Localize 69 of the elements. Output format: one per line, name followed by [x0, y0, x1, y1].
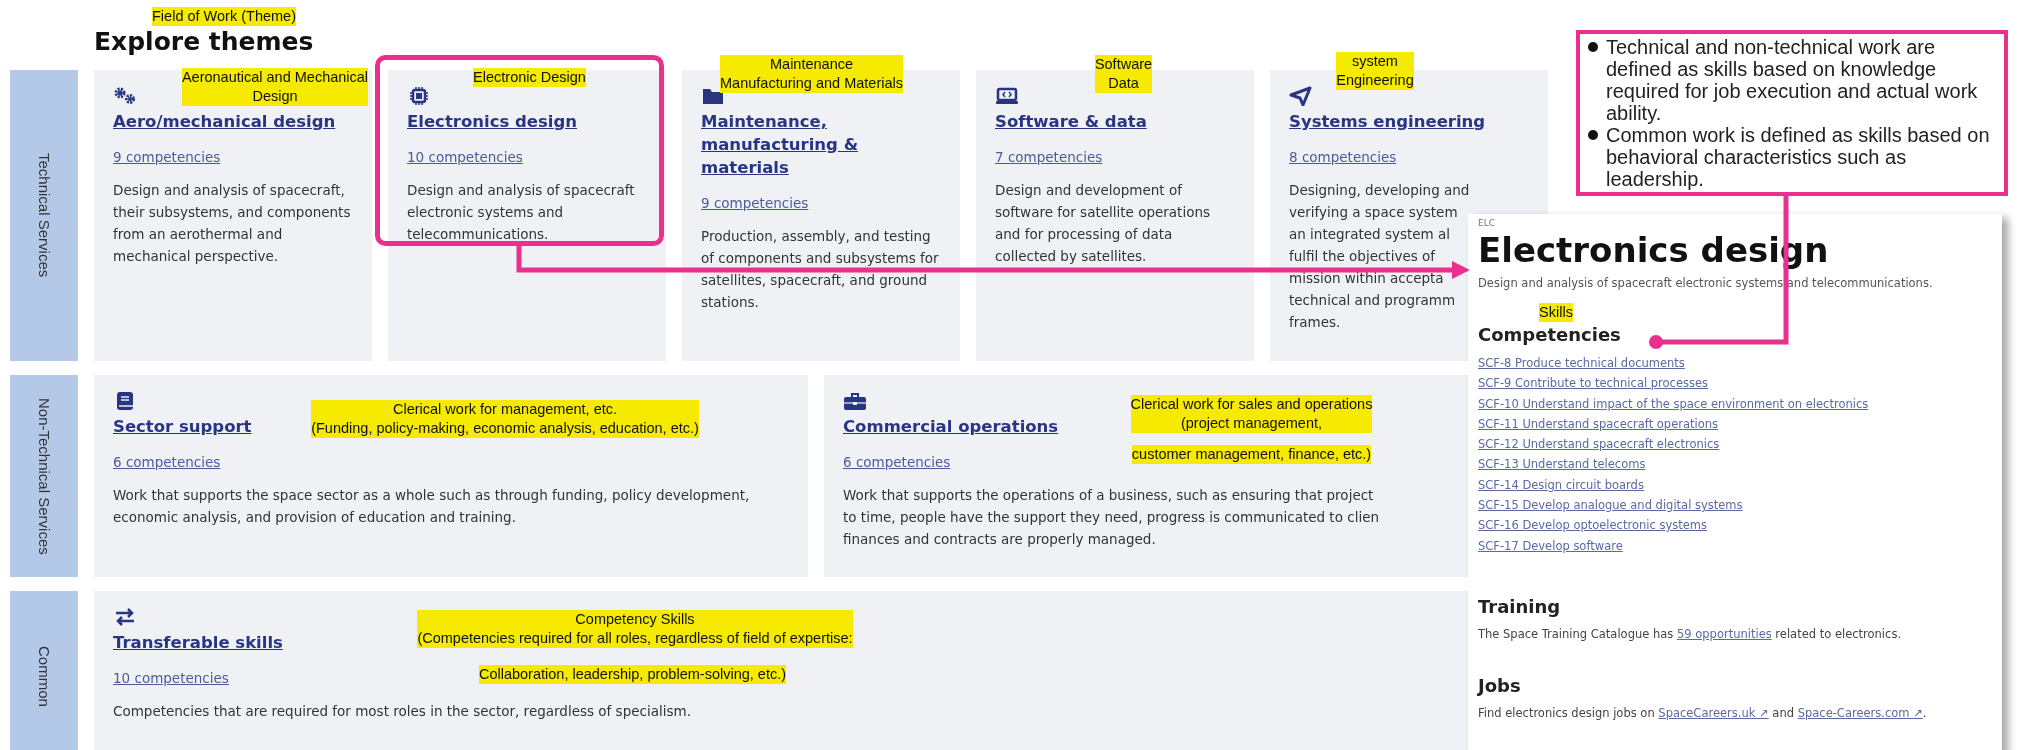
- jobs-text: Find electronics design jobs on SpaceCareers.uk ↗ and Space-Careers.com ↗.: [1478, 705, 1928, 720]
- annotation-label: Skills: [1539, 303, 1573, 322]
- annotation-label: Clerical work for sales and operations (project management,: [1130, 395, 1373, 433]
- competencies-link[interactable]: 10 competencies: [113, 670, 229, 686]
- category-label: Common: [10, 591, 78, 750]
- theme-description: Work that supports the operations of a business, such as ensuring that project to time, people have the support they need, progress is communicated to clien finances and contracts are properly managed.: [843, 486, 1379, 549]
- training-text: The Space Training Catalogue has 59 opportunities related to electronics.: [1478, 626, 1903, 641]
- competency-link[interactable]: SCF-10 Understand impact of the space environment on electronics: [1478, 393, 1869, 414]
- category-label: Non-Technical Services: [10, 375, 78, 577]
- competency-link[interactable]: SCF-12 Understand spacecraft electronics: [1478, 434, 1720, 455]
- annotation-label: Maintenance Manufacturing and Materials: [720, 55, 903, 93]
- competencies-link[interactable]: 9 competencies: [113, 149, 221, 165]
- competency-link[interactable]: SCF-14 Design circuit boards: [1478, 474, 1644, 496]
- annotation-label: Clerical work for management, etc. (Funding, policy-making, economic analysis, education, etc.): [311, 400, 699, 438]
- theme-link[interactable]: Aero/mechanical design: [113, 110, 336, 133]
- chip-icon: [407, 86, 431, 106]
- category-label: Technical Services: [10, 70, 78, 361]
- theme-description: Work that supports the space sector as a whole such as through funding, policy development, economic analysis, and provision of education and training.: [113, 486, 751, 527]
- theme-code: ELC: [1478, 218, 1496, 228]
- laptop-code-icon: [995, 86, 1019, 106]
- opportunities-link[interactable]: 59 opportunities: [1676, 626, 1772, 641]
- theme-link[interactable]: Sector support: [113, 415, 252, 438]
- annotation-label: Electronic Design: [473, 68, 586, 87]
- theme-link[interactable]: Commercial operations: [843, 415, 1059, 438]
- competency-link[interactable]: SCF-15 Develop analogue and digital systems: [1478, 495, 1743, 516]
- theme-link[interactable]: Software & data: [995, 110, 1147, 133]
- competencies-link[interactable]: 8 competencies: [1289, 149, 1397, 165]
- theme-link[interactable]: Maintenance, manufacturing & materials: [701, 110, 941, 179]
- bullet-dot: [1588, 130, 1598, 140]
- theme-description: Design and development of software for satellite operations and for processing of data collected by satellites.: [995, 181, 1212, 266]
- theme-link[interactable]: Electronics design: [407, 110, 578, 133]
- competency-link[interactable]: SCF-9 Contribute to technical processes: [1478, 373, 1709, 394]
- annotation-label: Collaboration, leadership, problem-solving, etc.): [478, 665, 787, 684]
- callout-text: Common work is defined as skills based on behavioral characteristics such as leadership.: [1606, 124, 1991, 190]
- competency-link[interactable]: SCF-11 Understand spacecraft operations: [1478, 413, 1719, 435]
- theme-description: Designing, developing and verifying a space system an integrated system al fulfil the objectives of mission within accepta technical and programm frames.: [1289, 181, 1470, 332]
- theme-link[interactable]: Transferable skills: [113, 631, 283, 654]
- theme-description: Design and analysis of spacecraft electronic systems and telecommunications.: [407, 181, 636, 244]
- section-heading: Training: [1478, 595, 1562, 617]
- annotation-label: Field of Work (Theme): [152, 7, 296, 26]
- theme-description: Design and analysis of spacecraft, their subsystems, and components from an aerothermal and mechanical perspective.: [113, 181, 352, 266]
- callout-text: Technical and non-technical work are defined as skills based on knowledge required for job execution and actual work ability.: [1606, 36, 1979, 124]
- external-link[interactable]: Space-Careers.com ↗: [1797, 705, 1923, 720]
- theme-link[interactable]: Systems engineering: [1289, 110, 1486, 133]
- competencies-link[interactable]: 7 competencies: [995, 149, 1103, 165]
- annotation-label: Competency Skills (Competencies required for all roles, regardless of field of expertise:: [417, 610, 853, 648]
- annotation-label: customer management, finance, etc.): [1131, 445, 1372, 464]
- competency-link[interactable]: SCF-16 Develop optoelectronic systems: [1478, 515, 1707, 536]
- theme-description: Production, assembly, and testing of components and subsystems for satellites, spacecraft, and ground stations.: [701, 227, 940, 312]
- annotation-label: Aeronautical and Mechanical Design: [181, 68, 369, 106]
- external-link[interactable]: SpaceCareers.uk ↗: [1658, 705, 1769, 720]
- paper-plane-icon: [1289, 86, 1313, 106]
- competencies-link[interactable]: 9 competencies: [701, 195, 809, 211]
- competencies-link[interactable]: 6 competencies: [113, 454, 221, 470]
- annotation-label: system Engineering: [1336, 52, 1414, 90]
- swap-arrows-icon: [113, 607, 137, 627]
- page-title: Explore themes: [94, 26, 314, 58]
- competency-link[interactable]: SCF-13 Understand telecoms: [1478, 454, 1646, 475]
- competencies-link[interactable]: 10 competencies: [407, 149, 523, 165]
- competency-link[interactable]: SCF-8 Produce technical documents: [1478, 353, 1685, 374]
- gears-icon: [113, 86, 137, 106]
- competency-link[interactable]: SCF-17 Develop software: [1478, 535, 1623, 556]
- bullet-dot: [1588, 42, 1598, 52]
- section-heading: Jobs: [1478, 674, 1522, 696]
- briefcase-icon: [843, 391, 867, 411]
- annotation-label: Software Data: [1094, 55, 1153, 93]
- competencies-link[interactable]: 6 competencies: [843, 454, 951, 470]
- section-heading: Competencies: [1478, 324, 1622, 345]
- theme-description: Competencies that are required for most roles in the sector, regardless of specialism.: [113, 702, 691, 721]
